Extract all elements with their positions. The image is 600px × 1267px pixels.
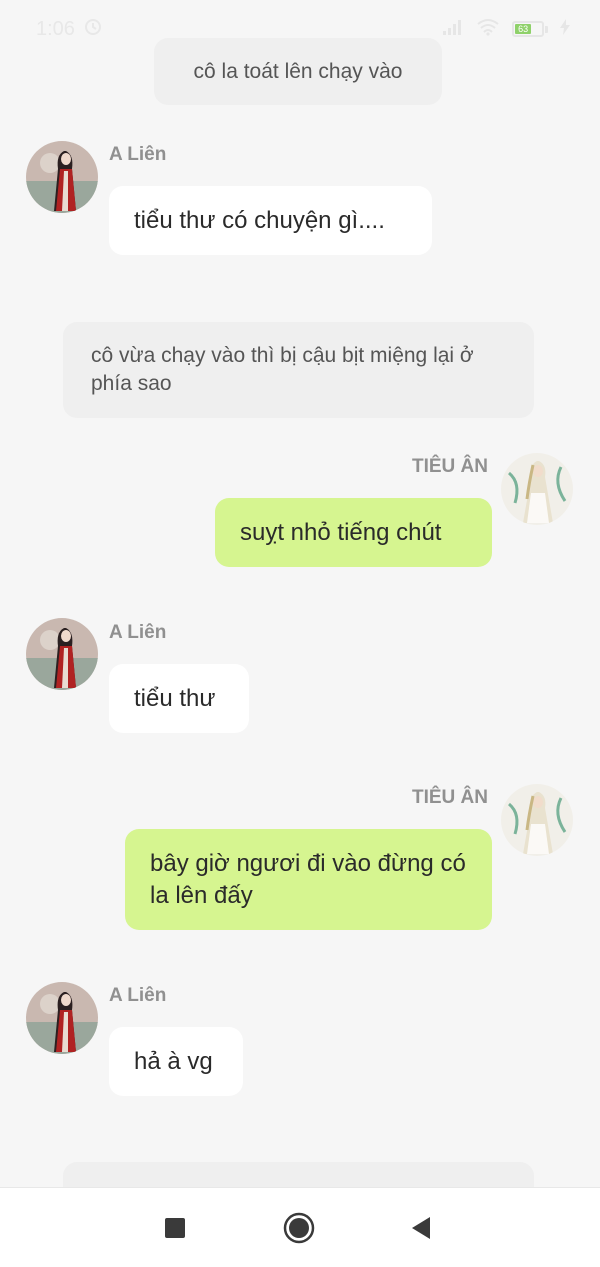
navigation-bar bbox=[0, 1187, 600, 1267]
charging-icon bbox=[560, 18, 570, 40]
status-time: 1:06 bbox=[36, 17, 75, 40]
message-text: suỵt nhỏ tiếng chút bbox=[240, 518, 442, 546]
alarm-icon bbox=[83, 16, 103, 42]
battery-icon: 63 bbox=[512, 21, 548, 37]
avatar-tieu-an[interactable] bbox=[501, 784, 573, 856]
sender-name: TIÊU ÂN bbox=[412, 787, 488, 808]
battery-level: 63 bbox=[515, 24, 532, 34]
sender-name: A Liên bbox=[109, 622, 167, 643]
sender-name: A Liên bbox=[109, 144, 167, 165]
sender-name: TIÊU ÂN bbox=[412, 456, 488, 477]
status-left: 1:06 bbox=[36, 16, 103, 42]
signal-icon bbox=[442, 18, 464, 41]
message-text: tiểu thư có chuyện gì.... bbox=[134, 206, 385, 234]
message-bubble-right[interactable]: suỵt nhỏ tiếng chút bbox=[215, 498, 492, 567]
message-bubble-left[interactable]: tiểu thư bbox=[109, 664, 249, 733]
sender-name: A Liên bbox=[109, 985, 167, 1006]
message-text: hả à vg bbox=[134, 1047, 213, 1075]
wifi-icon bbox=[476, 18, 500, 41]
back-triangle-icon[interactable] bbox=[403, 1210, 439, 1246]
recents-square-icon[interactable] bbox=[157, 1210, 193, 1246]
avatar-a-lien[interactable] bbox=[26, 141, 98, 213]
narration-text: cô la toát lên chạy vào bbox=[193, 59, 403, 83]
narration-bubble: cô la toát lên chạy vào bbox=[154, 38, 442, 105]
narration-bubble: cô vừa chạy vào thì bị cậu bịt miệng lại… bbox=[63, 322, 534, 418]
avatar-a-lien[interactable] bbox=[26, 618, 98, 690]
status-right: 63 bbox=[442, 18, 570, 41]
avatar-a-lien[interactable] bbox=[26, 982, 98, 1054]
message-bubble-right[interactable]: bây giờ ngươi đi vào đừng có la lên đấy bbox=[125, 829, 492, 930]
avatar-tieu-an[interactable] bbox=[501, 453, 573, 525]
home-circle-icon[interactable] bbox=[281, 1210, 317, 1246]
narration-text: cô vừa chạy vào thì bị cậu bịt miệng lại… bbox=[91, 344, 474, 395]
message-bubble-left[interactable]: tiểu thư có chuyện gì.... bbox=[109, 186, 432, 255]
message-text: tiểu thư bbox=[134, 684, 216, 712]
message-bubble-left[interactable]: hả à vg bbox=[109, 1027, 243, 1096]
message-text: bây giờ ngươi đi vào đừng có la lên đấy bbox=[150, 850, 466, 909]
